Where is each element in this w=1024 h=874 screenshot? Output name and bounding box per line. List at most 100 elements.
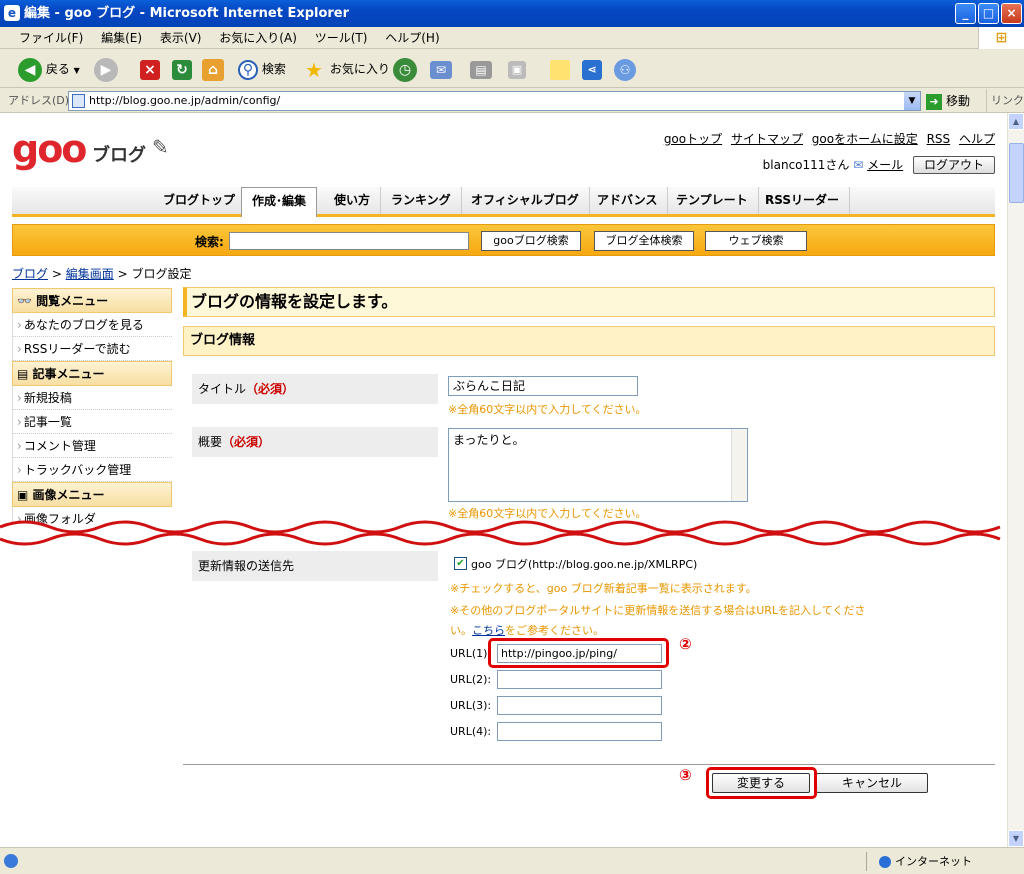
search-input[interactable] [229, 232, 469, 250]
sidebar-item-new-post[interactable]: 新規投稿 [12, 386, 172, 410]
globe-icon [879, 856, 891, 868]
url2-input[interactable] [497, 670, 662, 689]
notes-icon [550, 59, 570, 80]
web-search-button[interactable]: ウェブ検索 [705, 231, 807, 251]
page-icon [72, 94, 85, 108]
window-title: 編集 - goo ブログ - Microsoft Internet Explor… [24, 6, 350, 21]
web-content: goo ブログ ✎ gooトップ サイトマップ gooをホームに設定 RSS ヘ… [0, 113, 1007, 847]
tab-usage[interactable]: 使い方 [324, 187, 382, 214]
tab-ranking[interactable]: ランキング [381, 187, 462, 214]
url4-label: URL(4): [450, 725, 492, 738]
address-input[interactable]: http://blog.goo.ne.jp/admin/config/ ▼ [68, 91, 921, 111]
address-label: アドレス(D) [8, 94, 70, 107]
title-input[interactable]: ぶらんこ日記 [448, 376, 638, 396]
sidebar: 👓 閲覧メニュー あなたのブログを見る RSSリーダーで読む ▤ 記事メニュー … [12, 288, 172, 531]
menu-file[interactable]: ファイル(F) [12, 27, 90, 49]
sidebar-item-trackbacks[interactable]: トラックバック管理 [12, 458, 172, 482]
maximize-button[interactable]: □ [978, 3, 999, 24]
tab-advance[interactable]: アドバンス [587, 187, 669, 214]
tab-template[interactable]: テンプレート [666, 187, 759, 214]
tab-create-edit[interactable]: 作成･編集 [241, 187, 318, 217]
search-bar: 検索: gooブログ検索 ブログ全体検索 ウェブ検索 [12, 224, 995, 256]
print-button[interactable]: ▤ [470, 56, 492, 82]
menu-edit[interactable]: 編集(E) [94, 27, 149, 49]
search-button[interactable]: ⚲ 検索 [238, 56, 286, 82]
cancel-button[interactable]: キャンセル [816, 773, 928, 793]
summary-textarea[interactable]: まったりと。 [448, 428, 748, 502]
article-icon: ▤ [17, 367, 29, 381]
goo-logo[interactable]: goo [12, 129, 87, 169]
back-arrow-icon: ◀ [18, 57, 42, 82]
sidebar-section-title: 画像メニュー [32, 488, 105, 502]
menu-favorites[interactable]: お気に入り(A) [212, 27, 304, 49]
edit-button[interactable]: ▣ [508, 56, 526, 82]
dropdown-arrow-icon: ▼ [73, 66, 80, 75]
mail-icon: ✉ [853, 158, 864, 172]
summary-text: まったりと。 [453, 433, 525, 447]
breadcrumb-blog[interactable]: ブログ [12, 267, 48, 281]
reference-link[interactable]: こちら [472, 624, 505, 637]
tab-blog-top[interactable]: ブログトップ [153, 187, 247, 214]
stop-button[interactable]: × [140, 56, 160, 82]
messenger-button[interactable]: ⚇ [614, 56, 636, 82]
menu-tools[interactable]: ツール(T) [308, 27, 375, 49]
scroll-thumb[interactable] [1009, 143, 1024, 203]
url2-label: URL(2): [450, 673, 492, 686]
edit-icon: ▣ [508, 60, 526, 79]
url3-input[interactable] [497, 696, 662, 715]
refresh-button[interactable]: ↻ [172, 56, 192, 82]
status-bar: インターネット [0, 847, 1024, 874]
marker-2: ② [679, 635, 692, 653]
history-button[interactable]: ◷ [393, 56, 417, 82]
link-goo-top[interactable]: gooトップ [664, 132, 722, 146]
breadcrumb-current: ブログ設定 [131, 267, 192, 281]
scroll-down-icon[interactable]: ▼ [1008, 830, 1024, 847]
url4-input[interactable] [497, 722, 662, 741]
sidebar-item-post-list[interactable]: 記事一覧 [12, 410, 172, 434]
link-set-home[interactable]: gooをホームに設定 [812, 132, 918, 146]
tab-rss-reader[interactable]: RSSリーダー [755, 187, 850, 214]
ping-note-2: ※その他のブログポータルサイトに更新情報を送信する場合はURLを記入してくださ [450, 604, 866, 617]
sidebar-item-rss[interactable]: RSSリーダーで読む [12, 337, 172, 361]
links-label[interactable]: リンク [986, 89, 1024, 113]
user-line: blanco111さん ✉ メール ログアウト [763, 155, 995, 175]
goo-ping-checkbox[interactable]: ✔ [454, 557, 467, 570]
go-button[interactable]: ➜ 移動 [926, 91, 970, 111]
menu-help[interactable]: ヘルプ(H) [378, 27, 446, 49]
all-blog-search-button[interactable]: ブログ全体検索 [594, 231, 694, 251]
tab-official-blog[interactable]: オフィシャルブログ [461, 187, 590, 214]
mail-link[interactable]: メール [867, 158, 903, 172]
menu-view[interactable]: 表示(V) [153, 27, 209, 49]
address-dropdown-icon[interactable]: ▼ [904, 92, 920, 110]
sidebar-section-browse: 👓 閲覧メニュー [12, 288, 172, 313]
sidebar-section-article: ▤ 記事メニュー [12, 361, 172, 386]
scroll-up-icon[interactable]: ▲ [1008, 113, 1024, 130]
textarea-scrollbar[interactable] [731, 429, 747, 501]
vertical-scrollbar[interactable]: ▲ ▼ [1007, 113, 1024, 847]
favorites-button[interactable]: ★ お気に入り [302, 56, 390, 82]
notes-button[interactable] [550, 56, 570, 82]
required-mark: （必須） [222, 435, 271, 449]
share-button[interactable]: ⋖ [582, 56, 602, 82]
address-bar: アドレス(D) http://blog.goo.ne.jp/admin/conf… [0, 89, 1024, 113]
back-button[interactable]: ◀ 戻る ▼ [18, 56, 80, 82]
breadcrumb-edit[interactable]: 編集画面 [66, 267, 114, 281]
goo-blog-search-button[interactable]: gooブログ検索 [481, 231, 581, 251]
ping-label: 更新情報の送信先 [192, 551, 438, 581]
breadcrumb-sep: > [51, 267, 62, 281]
close-button[interactable]: × [1001, 3, 1022, 24]
logout-button[interactable]: ログアウト [912, 156, 995, 174]
minimize-button[interactable]: _ [955, 3, 976, 24]
sidebar-item-view-blog[interactable]: あなたのブログを見る [12, 313, 172, 337]
sidebar-item-comments[interactable]: コメント管理 [12, 434, 172, 458]
link-help[interactable]: ヘルプ [959, 132, 995, 146]
home-button[interactable]: ⌂ [202, 56, 224, 82]
link-sitemap[interactable]: サイトマップ [731, 132, 803, 146]
summary-label: 概要（必須） [192, 427, 438, 457]
mail-button[interactable]: ✉ [430, 56, 452, 82]
forward-button[interactable]: ▶ [94, 56, 118, 82]
title-label-text: タイトル [198, 382, 247, 396]
zone-label: インターネット [895, 855, 972, 868]
link-rss[interactable]: RSS [927, 132, 951, 146]
cut-wave-divider [0, 520, 1007, 546]
